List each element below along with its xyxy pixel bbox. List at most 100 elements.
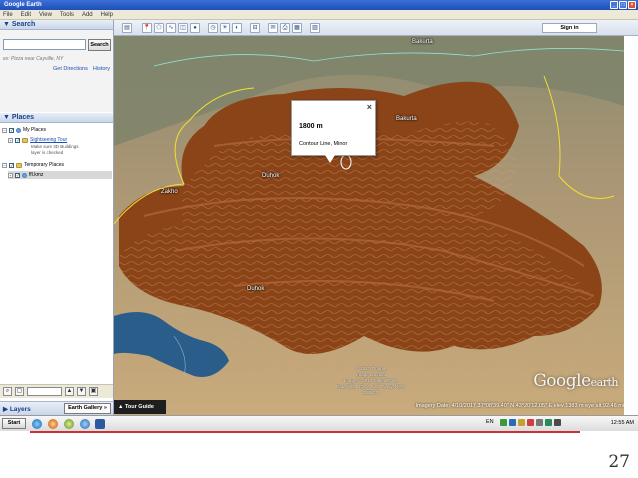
places-toolbar: ⌕ ▢ ▲ ▼ ▣ — [0, 384, 113, 398]
search-input[interactable] — [3, 39, 86, 50]
checkbox-icon[interactable]: ✓ — [9, 162, 14, 168]
layers-toggle-icon[interactable]: ▣ — [89, 387, 98, 396]
image-overlay-icon[interactable]: ◫ — [178, 23, 188, 33]
close-icon[interactable]: × — [367, 102, 372, 112]
tour-guide-button[interactable]: ▲ Tour Guide — [114, 400, 166, 414]
tray-icon[interactable] — [518, 419, 525, 426]
record-tour-icon[interactable]: ● — [190, 23, 200, 33]
menu-tools[interactable]: Tools — [60, 10, 74, 19]
tray-icon[interactable] — [527, 419, 534, 426]
history-link[interactable]: History — [93, 66, 110, 72]
terrain-imagery — [114, 36, 624, 415]
balloon-title: 1800 m — [299, 123, 323, 130]
sidebar: ▼ Search Search ex: Pizza near Cayville,… — [0, 20, 114, 415]
search-button[interactable]: Search — [88, 39, 111, 51]
path-icon[interactable]: ∿ — [166, 23, 176, 33]
place-label[interactable]: Zakho — [161, 189, 178, 195]
sun-icon[interactable]: ☀ — [220, 23, 230, 33]
expand-icon[interactable]: − — [2, 127, 7, 133]
search-hint: ex: Pizza near Cayville, NY — [3, 56, 64, 62]
tree-item-temporary-places[interactable]: − ✓ Temporary Places — [2, 162, 64, 168]
expand-icon[interactable]: + — [8, 172, 13, 178]
balloon-description: Contour Line, Minor — [299, 141, 348, 147]
checkbox-icon[interactable]: ✓ — [15, 137, 20, 143]
maximize-button[interactable]: □ — [619, 1, 627, 9]
tree-item-sightseeing-tour[interactable]: + ✓ Sightseeing Tour — [8, 137, 67, 143]
layers-label-text: Layers — [9, 406, 31, 413]
tray-icon[interactable] — [500, 419, 507, 426]
slide-number: 27 — [608, 452, 630, 472]
start-button[interactable]: Start — [2, 418, 26, 429]
search-places-icon[interactable]: ⌕ — [3, 387, 12, 396]
tree-item-kmz-file[interactable]: + ✓ ffl.kmz — [8, 171, 112, 179]
ruler-icon[interactable]: ⊟ — [250, 23, 260, 33]
checkbox-icon[interactable]: ✓ — [9, 127, 14, 133]
earth-gallery-button[interactable]: Earth Gallery » — [64, 403, 111, 414]
kmz-file-label: ffl.kmz — [29, 172, 44, 178]
tour-note-line1: Make sure 3D Buildings — [31, 144, 79, 149]
chrome-icon[interactable] — [64, 419, 74, 429]
menu-add[interactable]: Add — [82, 10, 93, 19]
print-icon[interactable]: ⎙ — [280, 23, 290, 33]
network-icon[interactable] — [536, 419, 543, 426]
sign-in-button[interactable]: Sign in — [542, 23, 597, 33]
globe-icon — [16, 127, 21, 133]
google-earth-task-icon[interactable] — [80, 419, 90, 429]
tree-item-my-places[interactable]: − ✓ My Places — [2, 127, 46, 133]
historical-imagery-icon[interactable]: ◷ — [208, 23, 218, 33]
attribution-line: Data SIO, NOAA, U.S. Navy, NGA, GEBCO — [336, 384, 406, 395]
move-down-icon[interactable]: ▼ — [77, 387, 86, 396]
opacity-slider[interactable] — [27, 387, 62, 396]
save-image-icon[interactable]: ▧ — [310, 23, 320, 33]
place-label[interactable]: Bakurta — [412, 39, 433, 45]
view-in-maps-icon[interactable]: ▦ — [292, 23, 302, 33]
sidebar-toggle-icon[interactable]: ▢ — [15, 387, 24, 396]
placemark-icon[interactable]: 📍 — [142, 23, 152, 33]
battery-icon[interactable] — [554, 419, 561, 426]
map-view[interactable]: Bakurta Zakho Duhok Duhok Bakurta × 1800… — [114, 36, 624, 415]
folder-icon — [16, 162, 22, 168]
window-title: Google Earth — [4, 2, 42, 8]
tray-icon[interactable] — [509, 419, 516, 426]
tour-note-line2: layer is checked — [31, 150, 64, 155]
map-toolbar: ▤ 📍 ⬠ ∿ ◫ ● ◷ ☀ ◐ ⊟ ✉ ⎙ ▦ ▧ Sign in — [114, 20, 638, 36]
folder-icon — [22, 137, 28, 143]
layers-panel-header[interactable]: ▶ Layers Earth Gallery » — [0, 401, 113, 415]
google-earth-logo: Googleearth — [533, 371, 618, 391]
polygon-icon[interactable]: ⬠ — [154, 23, 164, 33]
expand-icon[interactable]: − — [2, 162, 7, 168]
place-label[interactable]: Duhok — [247, 286, 264, 292]
attribution: © 2017 Google Image Landsat Image © 2017… — [336, 366, 406, 396]
search-panel-header[interactable]: ▼ Search — [0, 20, 113, 30]
ie-icon[interactable] — [32, 419, 42, 429]
get-directions-link[interactable]: Get Directions — [53, 66, 88, 72]
close-window-button[interactable]: × — [628, 1, 636, 9]
minimize-button[interactable]: _ — [610, 1, 618, 9]
slide-divider — [30, 431, 580, 433]
expand-icon[interactable]: + — [8, 137, 13, 143]
email-icon[interactable]: ✉ — [268, 23, 278, 33]
taskbar: Start EN 12:55 AM — [0, 415, 638, 431]
title-bar: Google Earth _ □ × — [0, 0, 638, 10]
checkbox-icon[interactable]: ✓ — [15, 172, 20, 178]
menu-view[interactable]: View — [39, 10, 52, 19]
info-balloon: × 1800 m Contour Line, Minor — [291, 100, 376, 163]
menu-help[interactable]: Help — [101, 10, 113, 19]
places-panel: ▼ Places − ✓ My Places + ✓ Sightseeing T… — [0, 113, 113, 383]
logo-sub: earth — [590, 376, 619, 389]
hide-sidebar-icon[interactable]: ▤ — [122, 23, 132, 33]
move-up-icon[interactable]: ▲ — [65, 387, 74, 396]
sightseeing-tour-label[interactable]: Sightseeing Tour — [30, 137, 67, 143]
place-label[interactable]: Bakurta — [396, 116, 417, 122]
language-indicator[interactable]: EN — [486, 419, 494, 425]
places-panel-header[interactable]: ▼ Places — [0, 113, 113, 123]
menu-file[interactable]: File — [3, 10, 13, 19]
planets-icon[interactable]: ◐ — [232, 23, 242, 33]
firefox-icon[interactable] — [48, 419, 58, 429]
menu-edit[interactable]: Edit — [21, 10, 31, 19]
clock[interactable]: 12:55 AM — [611, 420, 634, 426]
volume-icon[interactable] — [545, 419, 552, 426]
app-task-icon[interactable] — [95, 419, 105, 429]
place-label[interactable]: Duhok — [262, 173, 279, 179]
search-panel: ▼ Search Search ex: Pizza near Cayville,… — [0, 20, 113, 112]
